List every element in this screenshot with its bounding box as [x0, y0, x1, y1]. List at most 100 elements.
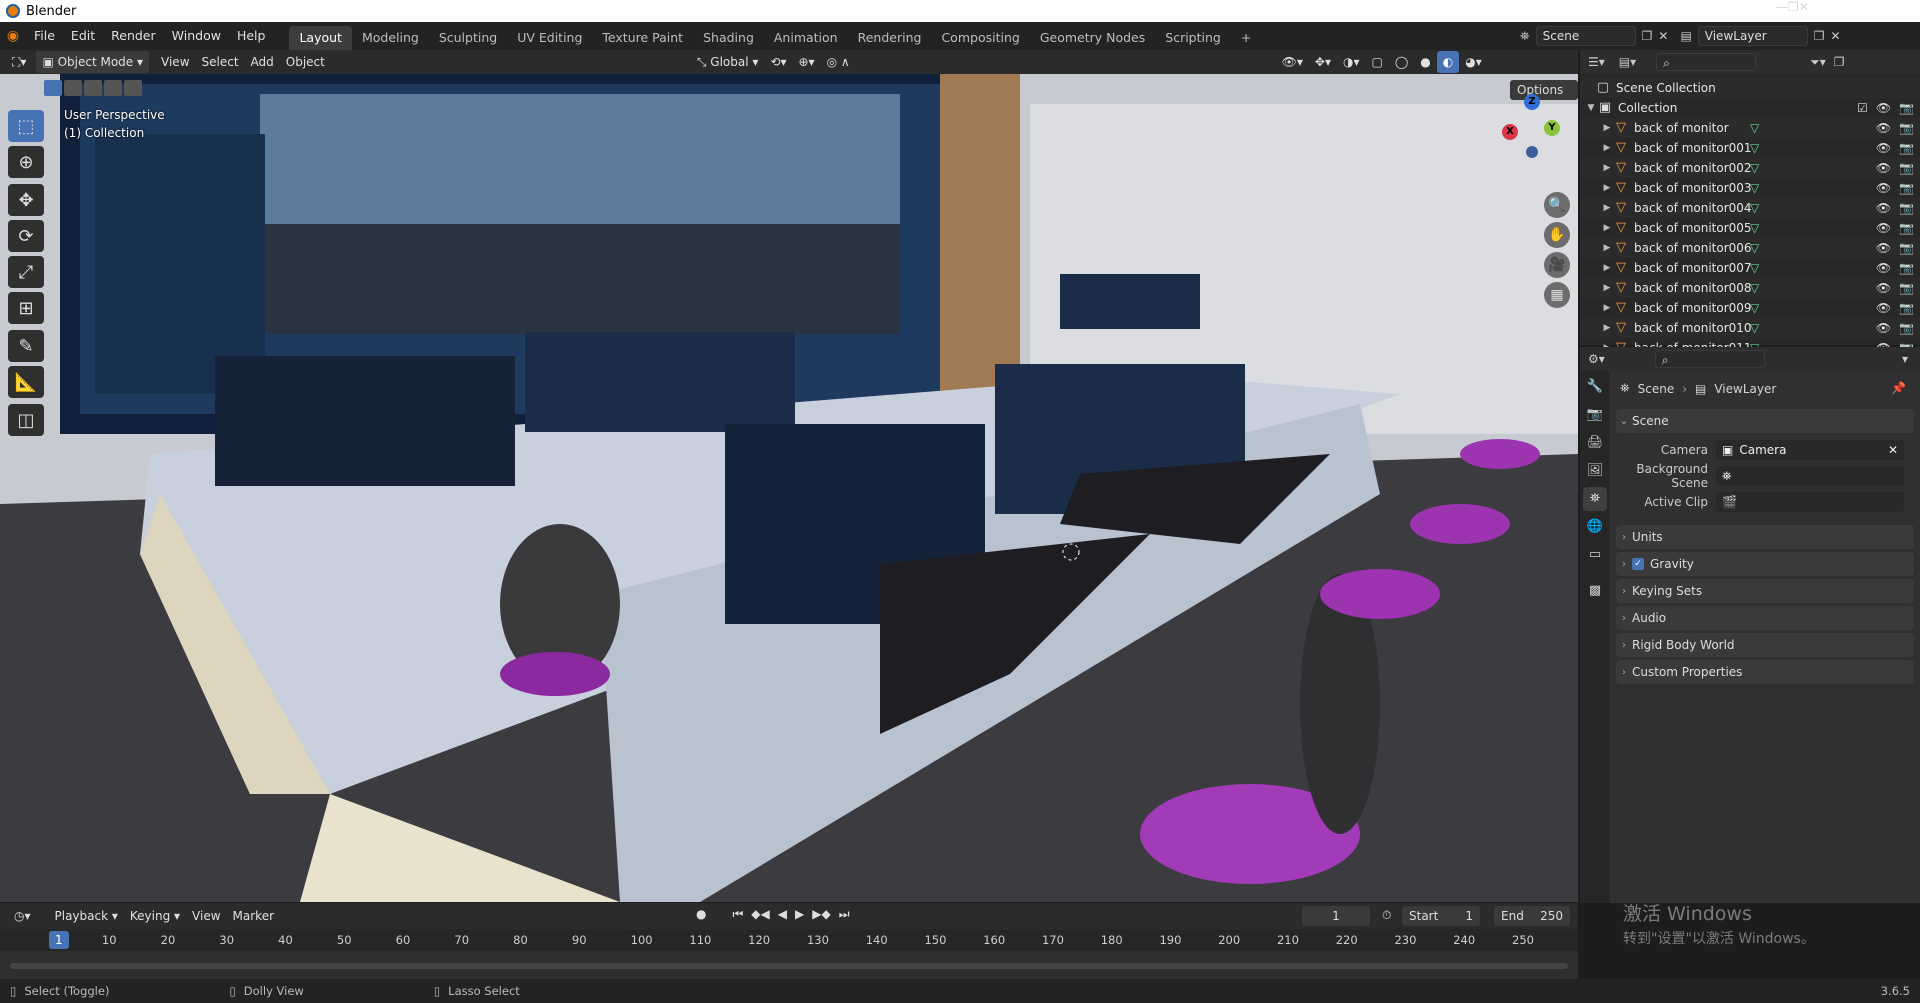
visibility-eye-icon[interactable]: 👁: [1876, 301, 1891, 315]
playhead-frame-badge[interactable]: 1: [49, 931, 69, 949]
display-mode-icon[interactable]: ▤▾: [1619, 55, 1636, 69]
play-icon[interactable]: ▶: [795, 907, 804, 922]
cursor-icon[interactable]: ⊕: [8, 146, 44, 178]
render-tab-icon[interactable]: 📷: [1583, 403, 1607, 427]
render-camera-icon[interactable]: 📷: [1899, 281, 1914, 295]
properties-search-input[interactable]: ⌕: [1654, 350, 1765, 368]
scale-icon[interactable]: ⤢: [8, 256, 44, 288]
delete-viewlayer-icon[interactable]: ✕: [1831, 29, 1841, 43]
outliner-item[interactable]: ▶ ▽ back of monitor009 ▽ 👁 📷: [1580, 298, 1920, 318]
scene-panel-header[interactable]: ⌄ Scene: [1616, 409, 1914, 433]
expand-triangle-icon[interactable]: ▶: [1600, 143, 1614, 153]
properties-editor-icon[interactable]: ⚙▾: [1588, 352, 1605, 366]
expand-triangle-icon[interactable]: ▶: [1600, 283, 1614, 293]
rigid-body-world-panel[interactable]: › Rigid Body World: [1616, 633, 1914, 657]
menu-select[interactable]: Select: [196, 51, 245, 73]
render-camera-icon[interactable]: 📷: [1899, 221, 1914, 235]
shading-rendered-icon[interactable]: ◕▾: [1459, 51, 1488, 73]
gizmo-x-axis[interactable]: X: [1502, 124, 1518, 140]
zoom-icon[interactable]: 🔍: [1544, 192, 1570, 218]
outliner-item[interactable]: ▶ ▽ back of monitor002 ▽ 👁 📷: [1580, 158, 1920, 178]
visibility-eye-icon[interactable]: 👁: [1876, 221, 1891, 235]
texture-tab-icon[interactable]: ▩: [1583, 579, 1607, 603]
add-workspace-button[interactable]: +: [1231, 26, 1261, 50]
visibility-eye-icon[interactable]: 👁: [1876, 141, 1891, 155]
move-icon[interactable]: ✥: [8, 184, 44, 216]
camera-view-icon[interactable]: 🎥: [1544, 252, 1570, 278]
outliner-item[interactable]: ▶ ▽ back of monitor010 ▽ 👁 📷: [1580, 318, 1920, 338]
rotate-icon[interactable]: ⟳: [8, 220, 44, 252]
outliner-item[interactable]: ▶ ▽ back of monitor001 ▽ 👁 📷: [1580, 138, 1920, 158]
current-frame-field[interactable]: 1: [1302, 906, 1370, 926]
gravity-checkbox[interactable]: ✓: [1632, 558, 1644, 570]
timeline-ruler[interactable]: 1 10 20 30 40 50 60 70 80 90 100 110 120 130 140 150 160…: [0, 929, 1578, 979]
outliner-item[interactable]: ▶ ▽ back of monitor003 ▽ 👁 📷: [1580, 178, 1920, 198]
tab-compositing[interactable]: Compositing: [931, 26, 1029, 50]
jump-start-icon[interactable]: ⏮: [732, 907, 743, 922]
prev-keyframe-icon[interactable]: ◆◀: [751, 907, 769, 922]
add-cube-icon[interactable]: ◫: [8, 404, 44, 436]
outliner-item[interactable]: ▶ ▽ back of monitor006 ▽ 👁 📷: [1580, 238, 1920, 258]
menu-window[interactable]: Window: [164, 22, 229, 50]
xray-icon[interactable]: ▢: [1366, 51, 1389, 73]
expand-triangle-icon[interactable]: ▶: [1600, 163, 1614, 173]
visibility-eye-icon[interactable]: 👁: [1876, 181, 1891, 195]
expand-triangle-icon[interactable]: ▶: [1600, 303, 1614, 313]
render-camera-icon[interactable]: 📷: [1899, 161, 1914, 175]
render-camera-icon[interactable]: 📷: [1899, 241, 1914, 255]
visibility-eye-icon[interactable]: 👁: [1876, 161, 1891, 175]
outliner-collection[interactable]: ▼ ▣ Collection ☑ 👁 📷: [1580, 98, 1920, 118]
gizmo-y-axis[interactable]: Y: [1544, 120, 1560, 136]
visibility-icon[interactable]: 👁▾: [1276, 51, 1309, 73]
visibility-eye-icon[interactable]: 👁: [1876, 281, 1891, 295]
menu-marker[interactable]: Marker: [227, 905, 280, 927]
tab-uv-editing[interactable]: UV Editing: [507, 26, 592, 50]
tab-shading[interactable]: Shading: [693, 26, 764, 50]
minimize-button[interactable]: —: [1776, 0, 1788, 22]
menu-view[interactable]: View: [155, 51, 195, 73]
select-mode-invert-icon[interactable]: [104, 80, 122, 96]
select-mode-new-icon[interactable]: [44, 80, 62, 96]
outliner-editor-icon[interactable]: ☰▾: [1588, 55, 1605, 69]
measure-icon[interactable]: 📐: [8, 366, 44, 398]
timeline-scrollbar[interactable]: [10, 963, 1568, 969]
active-clip-field[interactable]: 🎬: [1716, 492, 1904, 512]
shading-solid-icon[interactable]: ●: [1414, 51, 1436, 73]
start-frame-field[interactable]: Start 1: [1402, 906, 1480, 926]
outliner-scene-collection[interactable]: ▢ Scene Collection: [1580, 78, 1920, 98]
orientation-selector[interactable]: ⤡ Global ▾: [691, 51, 765, 73]
tool-tab-icon[interactable]: 🔧: [1583, 375, 1607, 399]
tab-texture-paint[interactable]: Texture Paint: [592, 26, 693, 50]
tab-rendering[interactable]: Rendering: [848, 26, 932, 50]
keying-sets-panel[interactable]: › Keying Sets: [1616, 579, 1914, 603]
audio-panel[interactable]: › Audio: [1616, 606, 1914, 630]
exclude-checkbox-icon[interactable]: ☑: [1857, 101, 1868, 115]
timeline-track[interactable]: [0, 951, 1578, 979]
visibility-eye-icon[interactable]: 👁: [1876, 321, 1891, 335]
menu-file[interactable]: File: [26, 22, 63, 50]
viewlayer-field[interactable]: ViewLayer: [1697, 26, 1808, 46]
visibility-eye-icon[interactable]: 👁: [1876, 241, 1891, 255]
outliner-item[interactable]: ▶ ▽ back of monitor004 ▽ 👁 📷: [1580, 198, 1920, 218]
pin-icon[interactable]: 📌: [1891, 381, 1906, 395]
expand-triangle-icon[interactable]: ▶: [1600, 263, 1614, 273]
render-camera-icon[interactable]: 📷: [1899, 181, 1914, 195]
output-tab-icon[interactable]: 🖨: [1583, 431, 1607, 455]
expand-triangle-icon[interactable]: ▶: [1600, 223, 1614, 233]
render-camera-icon[interactable]: 📷: [1899, 121, 1914, 135]
tab-geometry-nodes[interactable]: Geometry Nodes: [1030, 26, 1155, 50]
world-tab-icon[interactable]: 🌐: [1583, 515, 1607, 539]
select-mode-extend-icon[interactable]: [64, 80, 82, 96]
editor-type-icon[interactable]: ⛶▾: [6, 51, 32, 73]
outliner-search-input[interactable]: ⌕: [1656, 53, 1757, 71]
menu-timeline-view[interactable]: View: [186, 905, 226, 927]
pivot-icon[interactable]: ⟲▾: [764, 51, 792, 73]
perspective-grid-icon[interactable]: ▦: [1544, 282, 1570, 308]
jump-end-icon[interactable]: ⏭: [839, 907, 850, 922]
outliner-item[interactable]: ▶ ▽ back of monitor008 ▽ 👁 📷: [1580, 278, 1920, 298]
visibility-eye-icon[interactable]: 👁: [1876, 261, 1891, 275]
clear-camera-icon[interactable]: ✕: [1888, 443, 1898, 457]
shading-material-icon[interactable]: ◐: [1436, 51, 1460, 73]
select-box-icon[interactable]: ⬚: [8, 110, 44, 142]
pan-hand-icon[interactable]: ✋: [1544, 222, 1570, 248]
